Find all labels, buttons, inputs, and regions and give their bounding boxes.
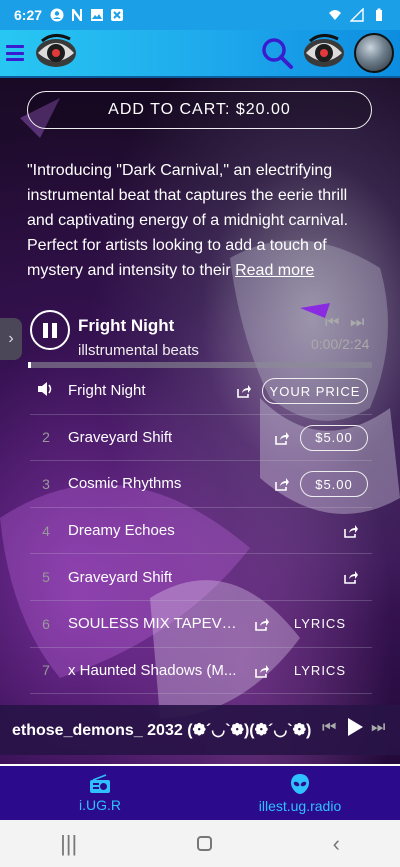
bottom-navigation: i.UG.R illest.ug.radio: [0, 764, 400, 820]
skip-next-icon[interactable]: ⏭: [350, 314, 364, 332]
track-title: Dreamy Echoes: [68, 522, 175, 540]
mini-player[interactable]: ethose_demons_ 2032 (❁´◡`❁)(❁´◡`❁): [0, 705, 400, 755]
volume-icon: [30, 381, 62, 400]
share-icon[interactable]: [236, 384, 252, 398]
nav-item-iugr[interactable]: i.UG.R: [0, 766, 200, 820]
track-number: 3: [42, 475, 50, 492]
track-row[interactable]: 6 SOULESS MIX TAPEVOL... LYRICS: [30, 601, 372, 648]
track-title: Graveyard Shift: [68, 428, 173, 446]
price-button[interactable]: $5.00: [300, 471, 368, 498]
nav-label: illest.ug.radio: [258, 797, 342, 814]
share-icon[interactable]: [274, 477, 290, 491]
track-row[interactable]: 2 Graveyard Shift $5.00: [30, 415, 372, 462]
signal-icon: [350, 8, 364, 22]
hamburger-menu-icon[interactable]: [6, 43, 24, 63]
status-bar: 6:27: [0, 0, 400, 30]
lyrics-button[interactable]: LYRICS: [294, 663, 346, 678]
now-playing-time: 0:00/2:24: [311, 336, 370, 352]
skip-next-icon[interactable]: ⏭: [371, 719, 385, 737]
share-icon[interactable]: [274, 431, 290, 445]
track-number: 7: [42, 662, 50, 679]
track-list: Fright Night YOUR PRICE 2 Graveyard Shif…: [30, 368, 372, 695]
track-title: Graveyard Shift: [68, 568, 173, 586]
track-number: 4: [42, 522, 50, 539]
track-title: Cosmic Rhythms: [68, 475, 182, 493]
track-title: Fright Night: [68, 382, 146, 400]
app-header: [0, 30, 400, 78]
recent-apps-icon[interactable]: |||: [60, 831, 77, 857]
status-time: 6:27: [14, 7, 43, 23]
back-icon[interactable]: ‹: [333, 831, 340, 857]
share-icon[interactable]: [343, 570, 359, 585]
pause-button[interactable]: [30, 310, 70, 350]
n-icon: [72, 9, 83, 21]
share-icon[interactable]: [254, 664, 270, 678]
x-box-icon: [111, 9, 124, 21]
now-playing-title: Fright Night: [78, 316, 175, 335]
eye-logo-icon: [304, 34, 344, 67]
wifi-icon: [329, 10, 341, 20]
mini-player-title: ethose_demons_ 2032 (❁´◡`❁)(❁´◡`❁): [12, 722, 312, 739]
user-avatar[interactable]: [354, 33, 394, 73]
search-icon[interactable]: [260, 36, 294, 70]
home-icon[interactable]: [197, 836, 213, 851]
track-row[interactable]: 7 x Haunted Shadows (M... LYRICS: [30, 648, 372, 695]
share-icon[interactable]: [254, 617, 270, 631]
track-number: 2: [42, 429, 50, 446]
track-number: 6: [42, 615, 50, 632]
nav-item-illest-ug-radio[interactable]: illest.ug.radio: [200, 766, 400, 820]
status-notification-icons: [50, 8, 124, 22]
your-price-button[interactable]: YOUR PRICE: [262, 378, 368, 404]
read-more-link[interactable]: Read more: [235, 262, 314, 279]
share-icon[interactable]: [343, 524, 359, 538]
account-circle-icon: [50, 8, 64, 22]
add-to-cart-button[interactable]: ADD TO CART: $20.00: [27, 91, 372, 129]
track-row[interactable]: 3 Cosmic Rhythms $5.00: [30, 461, 372, 508]
product-page: ADD TO CART: $20.00 "Introducing "Dark C…: [0, 78, 400, 764]
side-drawer-tab[interactable]: ›: [0, 318, 22, 360]
image-icon: [91, 9, 104, 21]
battery-icon: [376, 8, 382, 21]
skip-previous-icon[interactable]: ⏮: [322, 719, 336, 737]
nav-label: i.UG.R: [79, 796, 121, 813]
play-icon[interactable]: [348, 718, 363, 736]
price-button[interactable]: $5.00: [300, 424, 368, 451]
status-system-icons: [328, 8, 386, 22]
track-row[interactable]: 5 Graveyard Shift: [30, 554, 372, 601]
alien-icon: [291, 773, 309, 794]
track-title: SOULESS MIX TAPEVOL...: [68, 615, 248, 633]
header-actions: [260, 33, 394, 73]
product-description: "Introducing "Dark Carnival," an electri…: [27, 158, 377, 283]
now-playing-artist: illstrumental beats: [78, 342, 199, 359]
radio-icon: [90, 773, 110, 793]
track-row[interactable]: 4 Dreamy Echoes: [30, 508, 372, 555]
track-title: x Haunted Shadows (M...: [68, 661, 237, 679]
eye-logo-icon[interactable]: [34, 33, 78, 73]
system-navigation-bar: ||| ‹: [0, 820, 400, 867]
chevron-right-icon: ›: [8, 330, 14, 347]
lyrics-button[interactable]: LYRICS: [294, 616, 346, 631]
track-number: 5: [42, 569, 50, 586]
track-row[interactable]: Fright Night YOUR PRICE: [30, 368, 372, 415]
skip-previous-icon[interactable]: ⏮: [325, 314, 339, 332]
